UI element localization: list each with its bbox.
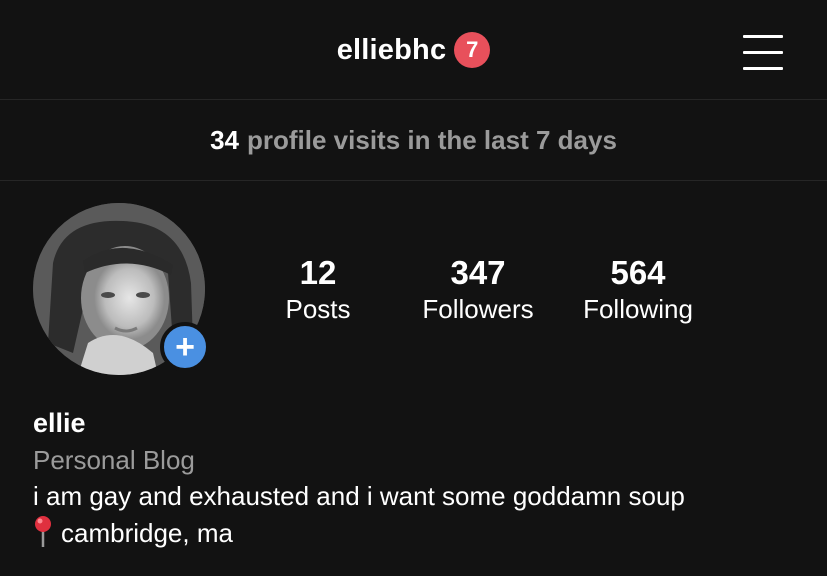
followers-label: Followers xyxy=(422,294,534,324)
bio-location: cambridge, ma xyxy=(61,518,233,548)
following-count: 564 xyxy=(610,254,666,291)
posts-label: Posts xyxy=(285,294,351,324)
profile-visits-bar[interactable]: 34 profile visits in the last 7 days xyxy=(0,100,827,181)
stat-posts[interactable]: 12 Posts xyxy=(238,255,398,327)
bio-description: i am gay and exhausted and i want some g… xyxy=(33,481,685,511)
visits-count: 34 xyxy=(210,124,239,155)
following-label: Following xyxy=(583,294,693,324)
notification-badge[interactable]: 7 xyxy=(454,32,491,68)
pin-icon xyxy=(33,514,53,548)
username-header[interactable]: elliebhc 7 xyxy=(0,0,827,100)
plus-icon: + xyxy=(175,328,195,366)
add-story-button[interactable]: + xyxy=(160,322,210,372)
bio-section: ellie Personal Blog i am gay and exhaust… xyxy=(33,404,813,551)
display-name: ellie xyxy=(33,408,86,438)
username[interactable]: elliebhc xyxy=(337,34,447,67)
followers-count: 347 xyxy=(450,254,506,291)
stat-following[interactable]: 564 Following xyxy=(558,255,718,327)
posts-count: 12 xyxy=(299,254,337,291)
hamburger-menu-icon[interactable] xyxy=(737,33,783,73)
bio-location-line: cambridge, ma xyxy=(33,514,813,551)
visits-label: profile visits in the last 7 days xyxy=(247,124,617,155)
stat-followers[interactable]: 347 Followers xyxy=(398,255,558,327)
profile-category[interactable]: Personal Blog xyxy=(33,442,813,478)
top-bar: elliebhc 7 xyxy=(0,0,827,100)
